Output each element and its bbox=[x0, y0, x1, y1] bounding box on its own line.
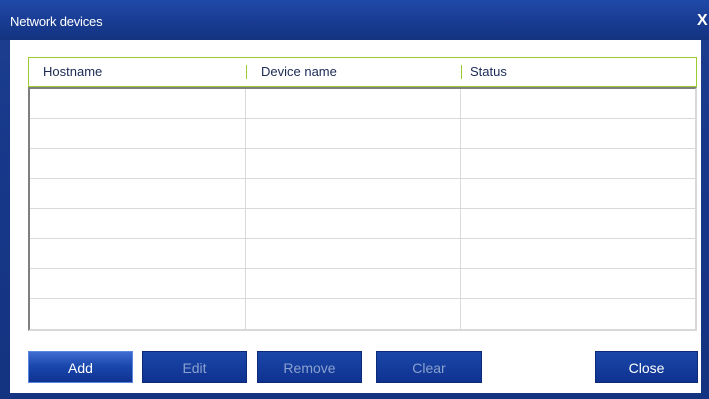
cell-hostname bbox=[30, 239, 246, 268]
cell-status bbox=[461, 239, 695, 268]
dialog-content: Hostname Device name Status Add Edit Rem… bbox=[10, 40, 701, 393]
cell-status bbox=[461, 299, 695, 329]
cell-status bbox=[461, 209, 695, 238]
window-frame-left bbox=[0, 0, 10, 399]
cell-device-name bbox=[246, 209, 461, 238]
table-row[interactable] bbox=[30, 209, 695, 239]
cell-status bbox=[461, 149, 695, 178]
add-button[interactable]: Add bbox=[28, 351, 133, 383]
table-row[interactable] bbox=[30, 239, 695, 269]
table-row[interactable] bbox=[30, 89, 695, 119]
cell-hostname bbox=[30, 89, 246, 118]
cell-hostname bbox=[30, 299, 246, 329]
window-title: Network devices bbox=[10, 14, 103, 29]
cell-device-name bbox=[246, 119, 461, 148]
cell-hostname bbox=[30, 149, 246, 178]
cell-status bbox=[461, 179, 695, 208]
cell-status bbox=[461, 119, 695, 148]
cell-hostname bbox=[30, 119, 246, 148]
close-window-icon[interactable]: X bbox=[697, 10, 709, 32]
network-devices-dialog: Network devices X Hostname Device name S… bbox=[0, 0, 709, 399]
table-row[interactable] bbox=[30, 149, 695, 179]
column-header-status[interactable]: Status bbox=[470, 58, 507, 86]
column-header-hostname[interactable]: Hostname bbox=[43, 58, 102, 86]
column-separator[interactable] bbox=[461, 65, 462, 79]
table-row[interactable] bbox=[30, 119, 695, 149]
cell-device-name bbox=[246, 239, 461, 268]
edit-button[interactable]: Edit bbox=[142, 351, 247, 383]
devices-table: Hostname Device name Status bbox=[28, 57, 697, 331]
window-frame-bottom bbox=[0, 393, 709, 399]
cell-device-name bbox=[246, 89, 461, 118]
table-body[interactable] bbox=[28, 87, 697, 331]
cell-hostname bbox=[30, 179, 246, 208]
cell-status bbox=[461, 269, 695, 298]
window-frame-right bbox=[701, 0, 709, 399]
title-bar[interactable]: Network devices X bbox=[0, 0, 709, 40]
cell-hostname bbox=[30, 209, 246, 238]
close-button[interactable]: Close bbox=[595, 351, 698, 383]
cell-device-name bbox=[246, 179, 461, 208]
cell-device-name bbox=[246, 149, 461, 178]
table-header: Hostname Device name Status bbox=[28, 57, 697, 87]
cell-status bbox=[461, 89, 695, 118]
table-row[interactable] bbox=[30, 299, 695, 329]
table-row[interactable] bbox=[30, 179, 695, 209]
cell-device-name bbox=[246, 269, 461, 298]
cell-hostname bbox=[30, 269, 246, 298]
table-row[interactable] bbox=[30, 269, 695, 299]
cell-device-name bbox=[246, 299, 461, 329]
clear-button[interactable]: Clear bbox=[376, 351, 482, 383]
column-header-device-name[interactable]: Device name bbox=[261, 58, 337, 86]
remove-button[interactable]: Remove bbox=[257, 351, 362, 383]
column-separator[interactable] bbox=[246, 65, 247, 79]
